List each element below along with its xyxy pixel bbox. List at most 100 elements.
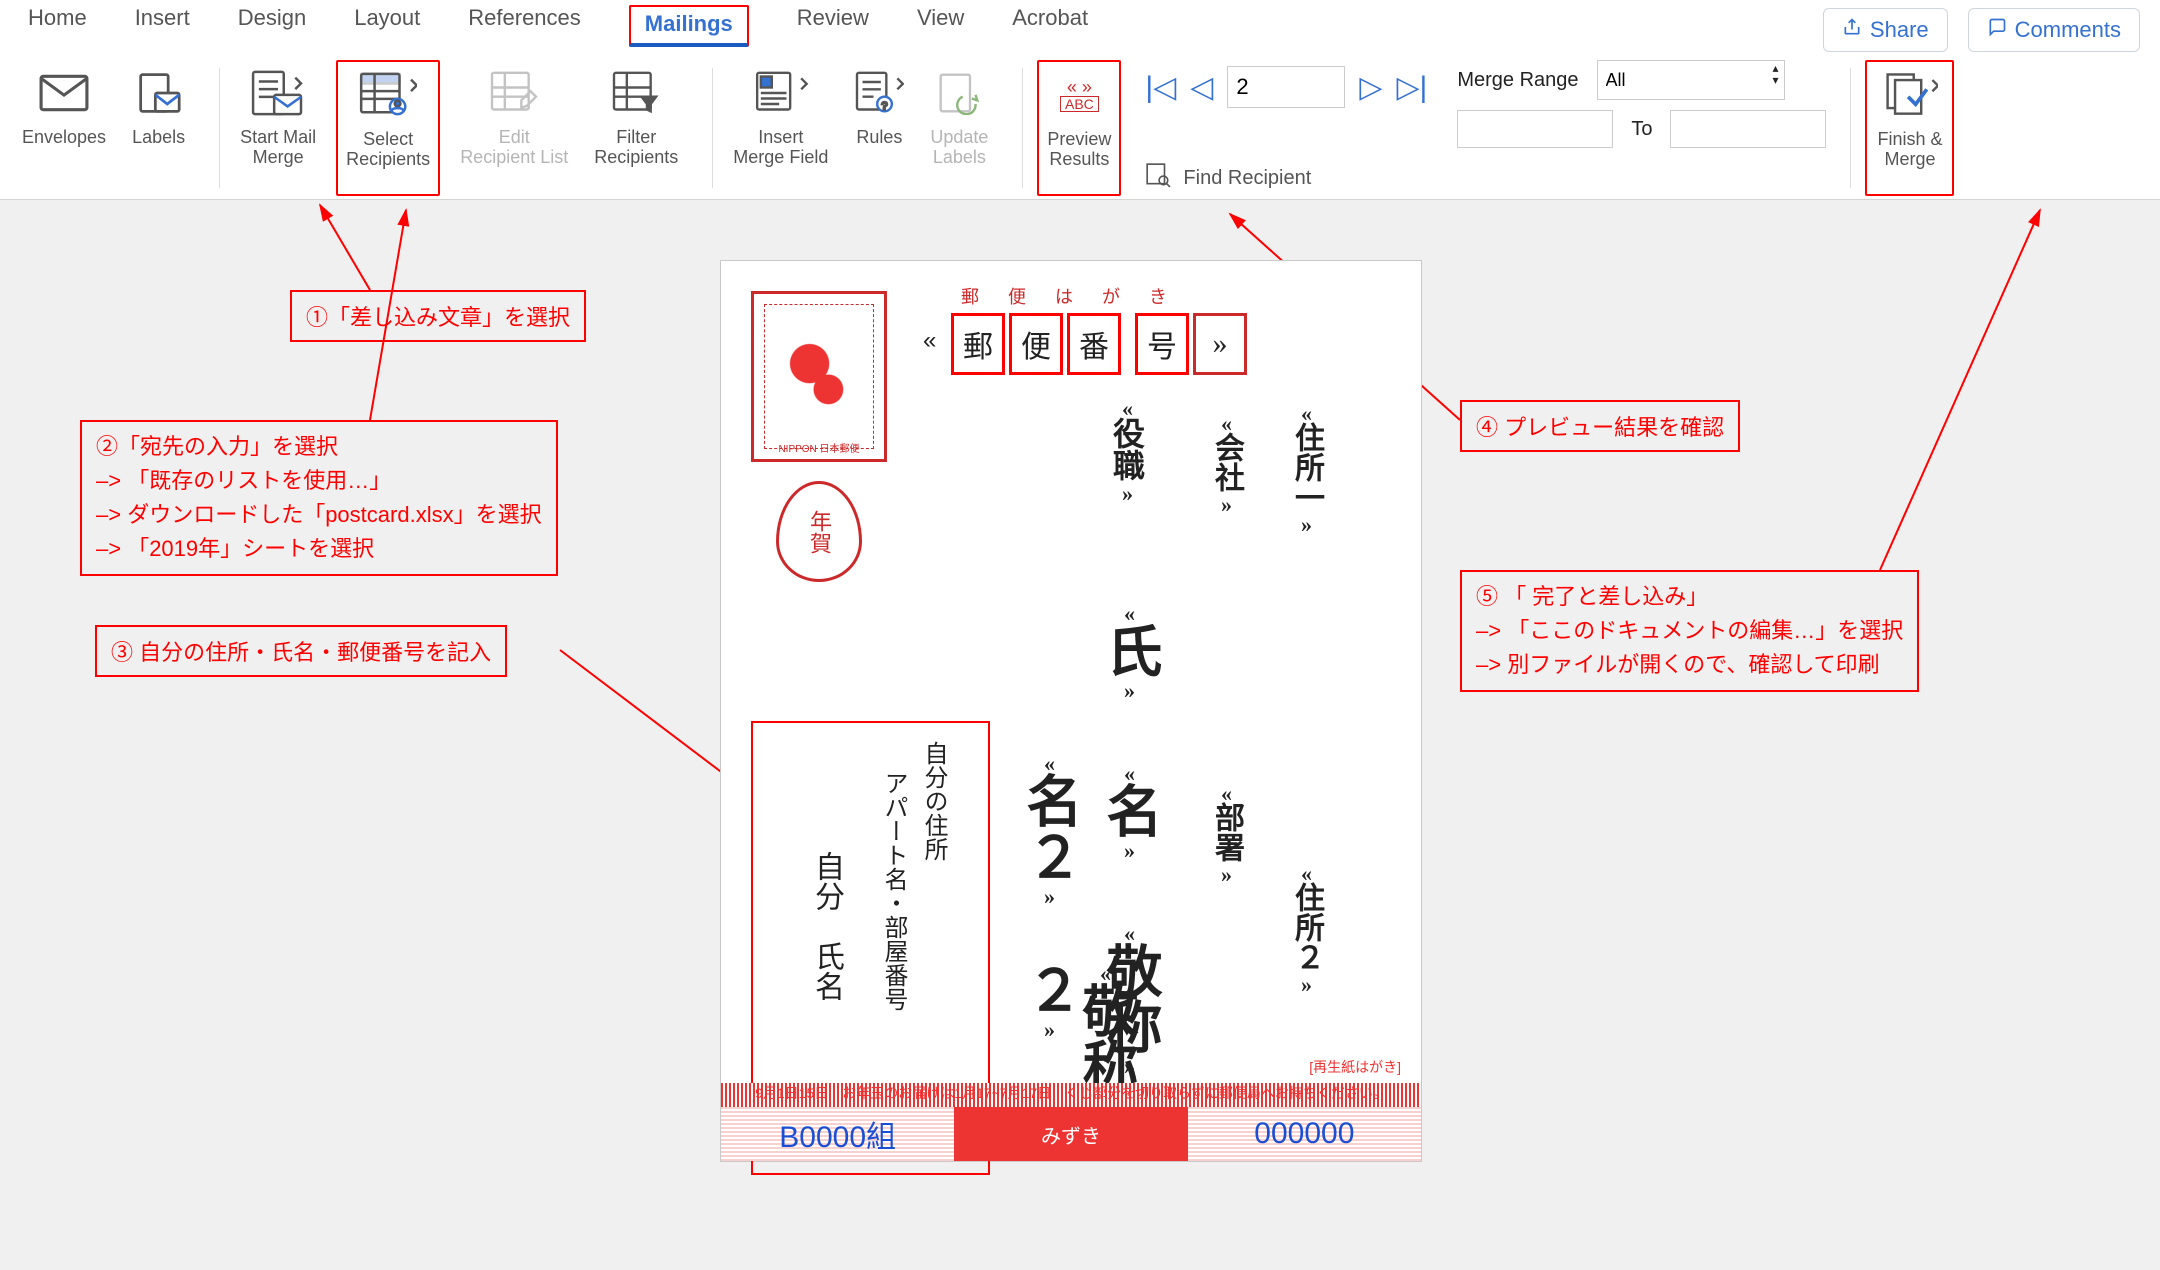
- insert-merge-field-label: Insert Merge Field: [733, 128, 828, 168]
- insert-merge-field-button[interactable]: Insert Merge Field: [727, 60, 834, 192]
- zip-cell[interactable]: 番: [1067, 313, 1121, 375]
- nenga-seal-text: 年賀: [808, 510, 830, 554]
- tab-home[interactable]: Home: [28, 5, 87, 47]
- select-recipients-button[interactable]: Select Recipients: [336, 60, 440, 196]
- tab-layout[interactable]: Layout: [354, 5, 420, 47]
- lottery-group: B0000組: [721, 1107, 954, 1161]
- finish-merge-button[interactable]: Finish & Merge: [1865, 60, 1954, 196]
- update-labels-icon: [936, 60, 982, 126]
- zip-cell[interactable]: 郵: [951, 313, 1005, 375]
- lottery-number: 000000: [1188, 1107, 1421, 1161]
- field-address2[interactable]: «住所２»: [1291, 861, 1321, 993]
- comments-label: Comments: [2015, 17, 2121, 43]
- field-address1[interactable]: «住所一»: [1291, 401, 1321, 533]
- start-mail-merge-button[interactable]: Start Mail Merge: [234, 60, 322, 192]
- tab-mailings[interactable]: Mailings: [629, 5, 749, 47]
- rules-icon: ?: [854, 60, 904, 126]
- stamp-brand-label: NIPPON 日本郵便: [754, 440, 884, 455]
- recipient-zip-boxes: « 郵 便 番 号 »: [951, 313, 1247, 375]
- zip-cell[interactable]: 号: [1135, 313, 1189, 375]
- callout-2: ②「宛先の入力」を選択 –> 「既存のリストを使用…」 –> ダウンロードした「…: [80, 420, 558, 576]
- nenga-seal: 年賀: [776, 481, 862, 582]
- finish-merge-icon: [1882, 62, 1938, 128]
- envelope-icon: [39, 60, 89, 126]
- envelopes-button[interactable]: Envelopes: [16, 60, 112, 192]
- callout-4: ④ プレビュー結果を確認: [1460, 400, 1740, 452]
- update-labels-button: Update Labels: [924, 60, 994, 192]
- tab-acrobat[interactable]: Acrobat: [1012, 5, 1088, 47]
- edit-recipient-list-label: Edit Recipient List: [460, 128, 568, 168]
- record-number-input[interactable]: [1227, 66, 1345, 108]
- update-labels-label: Update Labels: [930, 128, 988, 168]
- preview-results-button[interactable]: « »ABC Preview Results: [1037, 60, 1121, 196]
- callout-3: ③ 自分の住所・氏名・郵便番号を記入: [95, 625, 507, 677]
- comment-icon: [1987, 17, 2007, 43]
- merge-range-from-input[interactable]: [1457, 110, 1613, 148]
- separator: [219, 68, 220, 188]
- envelopes-label: Envelopes: [22, 128, 106, 148]
- filter-recipients-button[interactable]: Filter Recipients: [588, 60, 684, 192]
- start-mail-merge-icon: [250, 60, 306, 126]
- document-page[interactable]: 郵 便 は が き NIPPON 日本郵便 年賀 « 郵 便 番 号 » «住所…: [720, 260, 1422, 1162]
- first-record-button[interactable]: |◁: [1145, 70, 1176, 105]
- field-firstname[interactable]: «名»: [1101, 761, 1157, 859]
- find-recipient-button[interactable]: Find Recipient: [1183, 167, 1311, 190]
- lottery-mid: みずき: [954, 1107, 1187, 1161]
- tab-insert[interactable]: Insert: [135, 5, 190, 47]
- rules-label: Rules: [856, 128, 902, 148]
- select-recipients-label: Select Recipients: [346, 130, 430, 170]
- tab-design[interactable]: Design: [238, 5, 306, 47]
- postcard-header: 郵 便 は が き: [961, 283, 1179, 309]
- lottery-strip: 9月1日15日 お年玉のお届けは1月17~7月17日 くじ部分を切り取らずに郵便…: [721, 1083, 1421, 1161]
- callout-5-line1: ⑤ 「 完了と差し込み」: [1476, 580, 1903, 614]
- sender-address[interactable]: 自分の住所: [921, 741, 945, 861]
- svg-text:?: ?: [882, 101, 888, 113]
- callout-2-line3: –> ダウンロードした「postcard.xlsx」を選択: [96, 498, 542, 532]
- preview-results-label: Preview Results: [1047, 130, 1111, 170]
- share-icon: [1842, 17, 1862, 43]
- callout-5: ⑤ 「 完了と差し込み」 –> 「ここのドキュメントの編集…」を選択 –> 別フ…: [1460, 570, 1919, 692]
- finish-merge-label: Finish & Merge: [1877, 130, 1942, 170]
- field-department[interactable]: «部署»: [1211, 781, 1241, 883]
- zip-cell[interactable]: »: [1193, 313, 1247, 375]
- last-record-button[interactable]: ▷|: [1396, 70, 1427, 105]
- postage-stamp: NIPPON 日本郵便: [751, 291, 887, 462]
- separator: [712, 68, 713, 188]
- find-recipient-icon: [1145, 162, 1171, 194]
- share-label: Share: [1870, 17, 1929, 43]
- sender-apt[interactable]: アパート名・部屋番号: [881, 771, 905, 1011]
- comments-button[interactable]: Comments: [1968, 8, 2140, 52]
- filter-recipients-label: Filter Recipients: [594, 128, 678, 168]
- callout-5-line2: –> 「ここのドキュメントの編集…」を選択: [1476, 614, 1903, 648]
- share-button[interactable]: Share: [1823, 8, 1948, 52]
- field-name2[interactable]: «名２»: [1021, 751, 1077, 905]
- merge-range-label: Merge Range: [1457, 69, 1578, 92]
- callout-2-line4: –> 「2019年」シートを選択: [96, 532, 542, 566]
- labels-label: Labels: [132, 128, 185, 148]
- preview-results-icon: « »ABC: [1060, 62, 1099, 128]
- tab-references[interactable]: References: [468, 5, 581, 47]
- start-mail-merge-label: Start Mail Merge: [240, 128, 316, 168]
- filter-recipients-icon: [610, 60, 662, 126]
- separator: [1022, 68, 1023, 188]
- tab-view[interactable]: View: [917, 5, 964, 47]
- field-title[interactable]: «役職»: [1111, 396, 1143, 502]
- merge-range-to-input[interactable]: [1670, 110, 1826, 148]
- labels-button[interactable]: Labels: [126, 60, 191, 192]
- prev-record-button[interactable]: ◁: [1190, 70, 1213, 105]
- next-record-button[interactable]: ▷: [1359, 70, 1382, 105]
- merge-range-to-label: To: [1631, 118, 1652, 141]
- select-recipients-icon: [359, 62, 417, 128]
- sender-name[interactable]: 自分 氏名: [811, 851, 841, 1001]
- callout-2-line2: –> 「既存のリストを使用…」: [96, 464, 542, 498]
- field-company[interactable]: «会社»: [1211, 411, 1241, 513]
- callout-1: ①「差し込み文章」を選択: [290, 290, 586, 342]
- insert-merge-field-icon: [753, 60, 809, 126]
- tab-review[interactable]: Review: [797, 5, 869, 47]
- zip-cell[interactable]: 便: [1009, 313, 1063, 375]
- recycled-paper-label: [再生紙はがき]: [1309, 1057, 1401, 1077]
- rules-button[interactable]: ? Rules: [848, 60, 910, 192]
- merge-range-select[interactable]: [1597, 60, 1785, 100]
- field-lastname[interactable]: «氏»: [1101, 601, 1157, 699]
- separator: [1850, 68, 1851, 188]
